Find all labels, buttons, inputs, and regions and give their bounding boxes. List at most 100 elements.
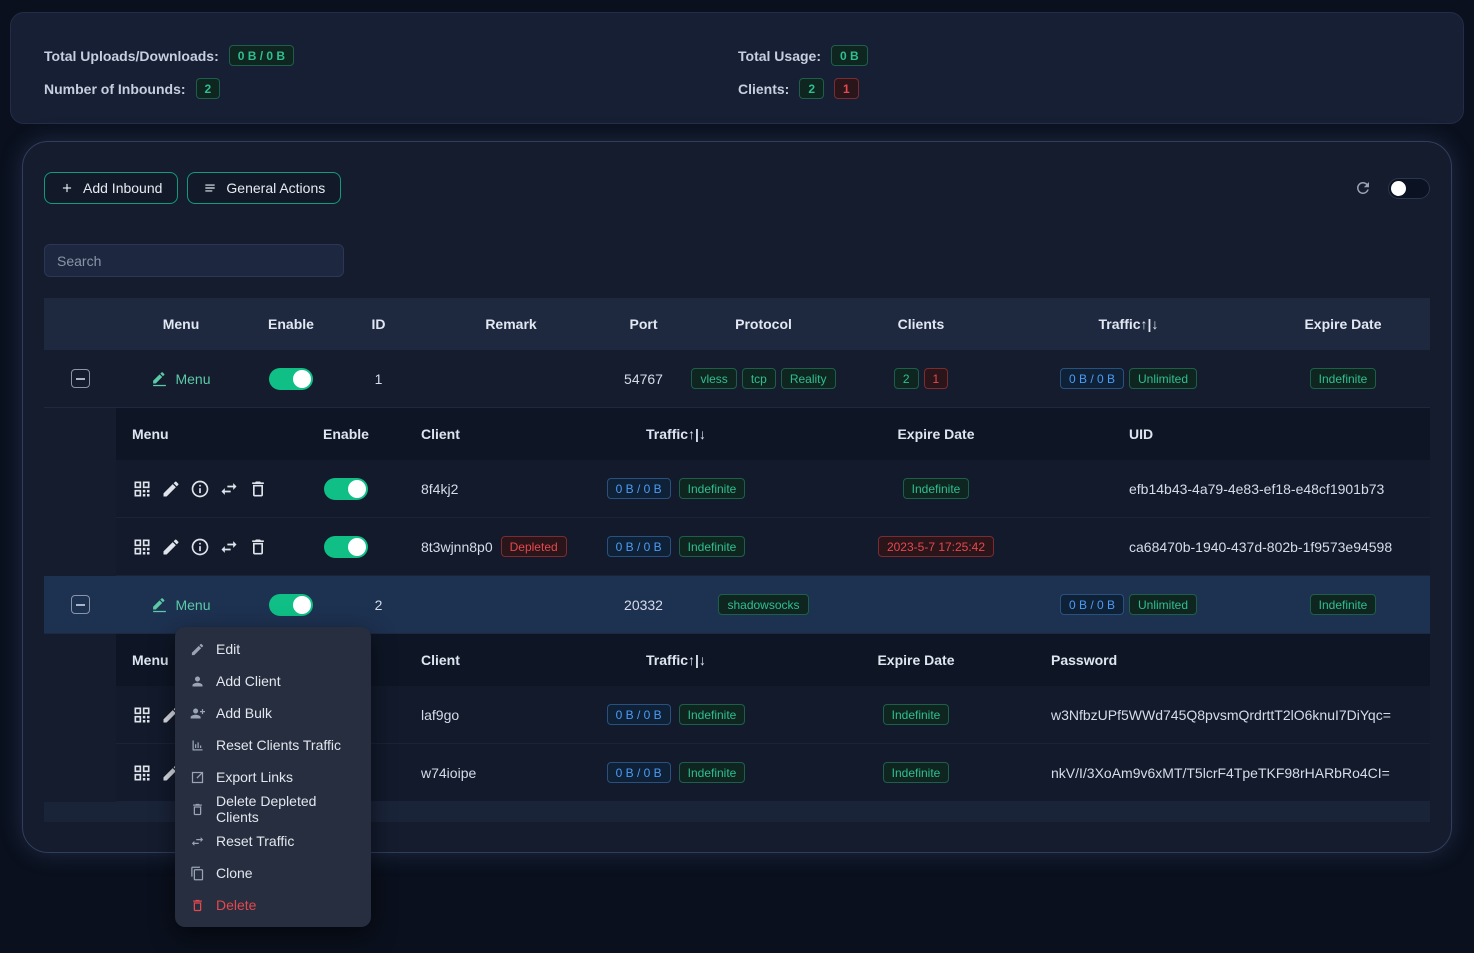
toolbar: Add Inbound General Actions: [44, 172, 1430, 204]
expire-badge: Indefinite: [883, 704, 950, 725]
header-enable: Enable: [246, 298, 336, 350]
enable-toggle[interactable]: [269, 594, 313, 616]
client-enable-toggle[interactable]: [324, 478, 368, 500]
menu-item-export-links[interactable]: Export Links: [175, 761, 371, 793]
refresh-icon[interactable]: [1354, 179, 1372, 197]
menu-item-edit[interactable]: Edit: [175, 633, 371, 665]
menu-item-delete[interactable]: Delete: [175, 889, 371, 921]
client-row: 8f4kj2 0 B / 0 B Indefinite Indefinite e…: [116, 460, 1430, 518]
inbound-id: 1: [336, 350, 421, 407]
inbound-menu-link[interactable]: Menu: [151, 596, 210, 613]
expire-badge: 2023-5-7 17:25:42: [878, 536, 994, 557]
info-icon[interactable]: [190, 479, 210, 499]
stat-clients-label: Clients:: [738, 81, 789, 97]
header-traffic[interactable]: Traffic↑|↓: [561, 408, 791, 460]
client-expire: Indefinite: [791, 744, 1041, 801]
swap-icon: [190, 834, 205, 849]
client-password: w3NfbzUPf5WWd745Q8pvsmQrdrttT2lO6knuI7Di…: [1041, 686, 1430, 743]
edit-icon: [190, 642, 205, 657]
stat-clients: Clients: 2 1: [738, 78, 1430, 99]
client-expire: Indefinite: [791, 460, 1081, 517]
search-input[interactable]: [44, 244, 344, 277]
stat-usage-label: Total Usage:: [738, 48, 821, 64]
delete-client-icon[interactable]: [248, 479, 268, 499]
plus-icon: [60, 181, 74, 195]
chart-icon: [190, 738, 205, 753]
header-uid: UID: [1081, 408, 1430, 460]
menu-item-delete-depleted-clients[interactable]: Delete Depleted Clients: [175, 793, 371, 825]
header-expire-date: Expire Date: [791, 408, 1081, 460]
client-traffic: 0 B / 0 B Indefinite: [561, 460, 791, 517]
protocol-badge: vless: [691, 368, 736, 389]
theme-toggle[interactable]: [1388, 178, 1430, 199]
header-password: Password: [1041, 634, 1430, 686]
header-menu: Menu: [116, 408, 301, 460]
enable-toggle[interactable]: [269, 368, 313, 390]
qrcode-icon[interactable]: [132, 705, 152, 725]
edit-icon: [151, 596, 168, 613]
info-icon[interactable]: [190, 537, 210, 557]
client-actions: [132, 537, 268, 557]
traffic-badge: 0 B / 0 B: [1060, 368, 1124, 389]
qrcode-icon[interactable]: [132, 537, 152, 557]
stat-inbounds-label: Number of Inbounds:: [44, 81, 186, 97]
reset-traffic-icon[interactable]: [219, 479, 239, 499]
clients-depleted-badge: 1: [924, 368, 949, 389]
export-icon: [190, 770, 205, 785]
inbound-port: 54767: [601, 350, 686, 407]
qrcode-icon[interactable]: [132, 479, 152, 499]
header-menu: Menu: [116, 298, 246, 350]
inbound-port: 20332: [601, 576, 686, 633]
menu-item-clone[interactable]: Clone: [175, 857, 371, 889]
traffic-limit-badge: Indefinite: [679, 762, 746, 783]
depleted-badge: Depleted: [501, 536, 567, 557]
menu-item-add-client[interactable]: Add Client: [175, 665, 371, 697]
client-uid: ca68470b-1940-437d-802b-1f9573e94598: [1081, 518, 1430, 575]
stat-uploads-label: Total Uploads/Downloads:: [44, 48, 219, 64]
menu-item-reset-traffic[interactable]: Reset Traffic: [175, 825, 371, 857]
menu-item-label: Delete Depleted Clients: [216, 793, 356, 825]
delete-client-icon[interactable]: [248, 537, 268, 557]
stat-clients-depleted-badge: 1: [834, 78, 859, 99]
client-row: 8t3wjnn8p0 Depleted 0 B / 0 B Indefinite…: [116, 518, 1430, 576]
qrcode-icon[interactable]: [132, 763, 152, 783]
collapse-row-button[interactable]: [71, 369, 90, 388]
inbound-menu-link[interactable]: Menu: [151, 370, 210, 387]
clients-active-badge: 2: [894, 368, 919, 389]
traffic-limit-badge: Unlimited: [1129, 368, 1197, 389]
client-actions: [132, 479, 268, 499]
traffic-badge: 0 B / 0 B: [1060, 594, 1124, 615]
client-enable-toggle[interactable]: [324, 536, 368, 558]
header-protocol: Protocol: [686, 298, 841, 350]
add-inbound-button[interactable]: Add Inbound: [44, 172, 178, 204]
client-traffic: 0 B / 0 B Indefinite: [561, 744, 791, 801]
edit-client-icon[interactable]: [161, 537, 181, 557]
menu-item-add-bulk[interactable]: Add Bulk: [175, 697, 371, 729]
inbound-traffic: 0 B / 0 B Unlimited: [1001, 350, 1256, 407]
traffic-badge: 0 B / 0 B: [607, 704, 671, 725]
menu-item-reset-clients-traffic[interactable]: Reset Clients Traffic: [175, 729, 371, 761]
expire-badge: Indefinite: [1310, 368, 1377, 389]
reset-traffic-icon[interactable]: [219, 537, 239, 557]
toolbar-right: [1354, 178, 1430, 199]
edit-client-icon[interactable]: [161, 479, 181, 499]
header-traffic[interactable]: Traffic↑|↓: [1001, 298, 1256, 350]
inbound-id: 2: [336, 576, 421, 633]
inbound-table-header: Menu Enable ID Remark Port Protocol Clie…: [44, 298, 1430, 350]
client-name-cell: 8t3wjnn8p0 Depleted: [391, 518, 561, 575]
expire-badge: Indefinite: [903, 478, 970, 499]
general-actions-button[interactable]: General Actions: [187, 172, 341, 204]
inbound-expire: Indefinite: [1256, 350, 1430, 407]
client-table-header: Menu Enable Client Traffic↑|↓ Expire Dat…: [116, 408, 1430, 460]
stat-inbounds: Number of Inbounds: 2: [44, 78, 738, 99]
menu-item-label: Export Links: [216, 769, 293, 785]
client-traffic: 0 B / 0 B Indefinite: [561, 686, 791, 743]
collapse-row-button[interactable]: [71, 595, 90, 614]
inbound-protocols: vless tcp Reality: [686, 350, 841, 407]
inbound-menu-label: Menu: [175, 371, 210, 387]
client-table-inbound-1: Menu Enable Client Traffic↑|↓ Expire Dat…: [116, 408, 1430, 576]
header-traffic[interactable]: Traffic↑|↓: [561, 634, 791, 686]
inbound-protocols: shadowsocks: [686, 576, 841, 633]
client-uid: efb14b43-4a79-4e83-ef18-e48cf1901b73: [1081, 460, 1430, 517]
stats-card: Total Uploads/Downloads: 0 B / 0 B Total…: [10, 12, 1464, 124]
